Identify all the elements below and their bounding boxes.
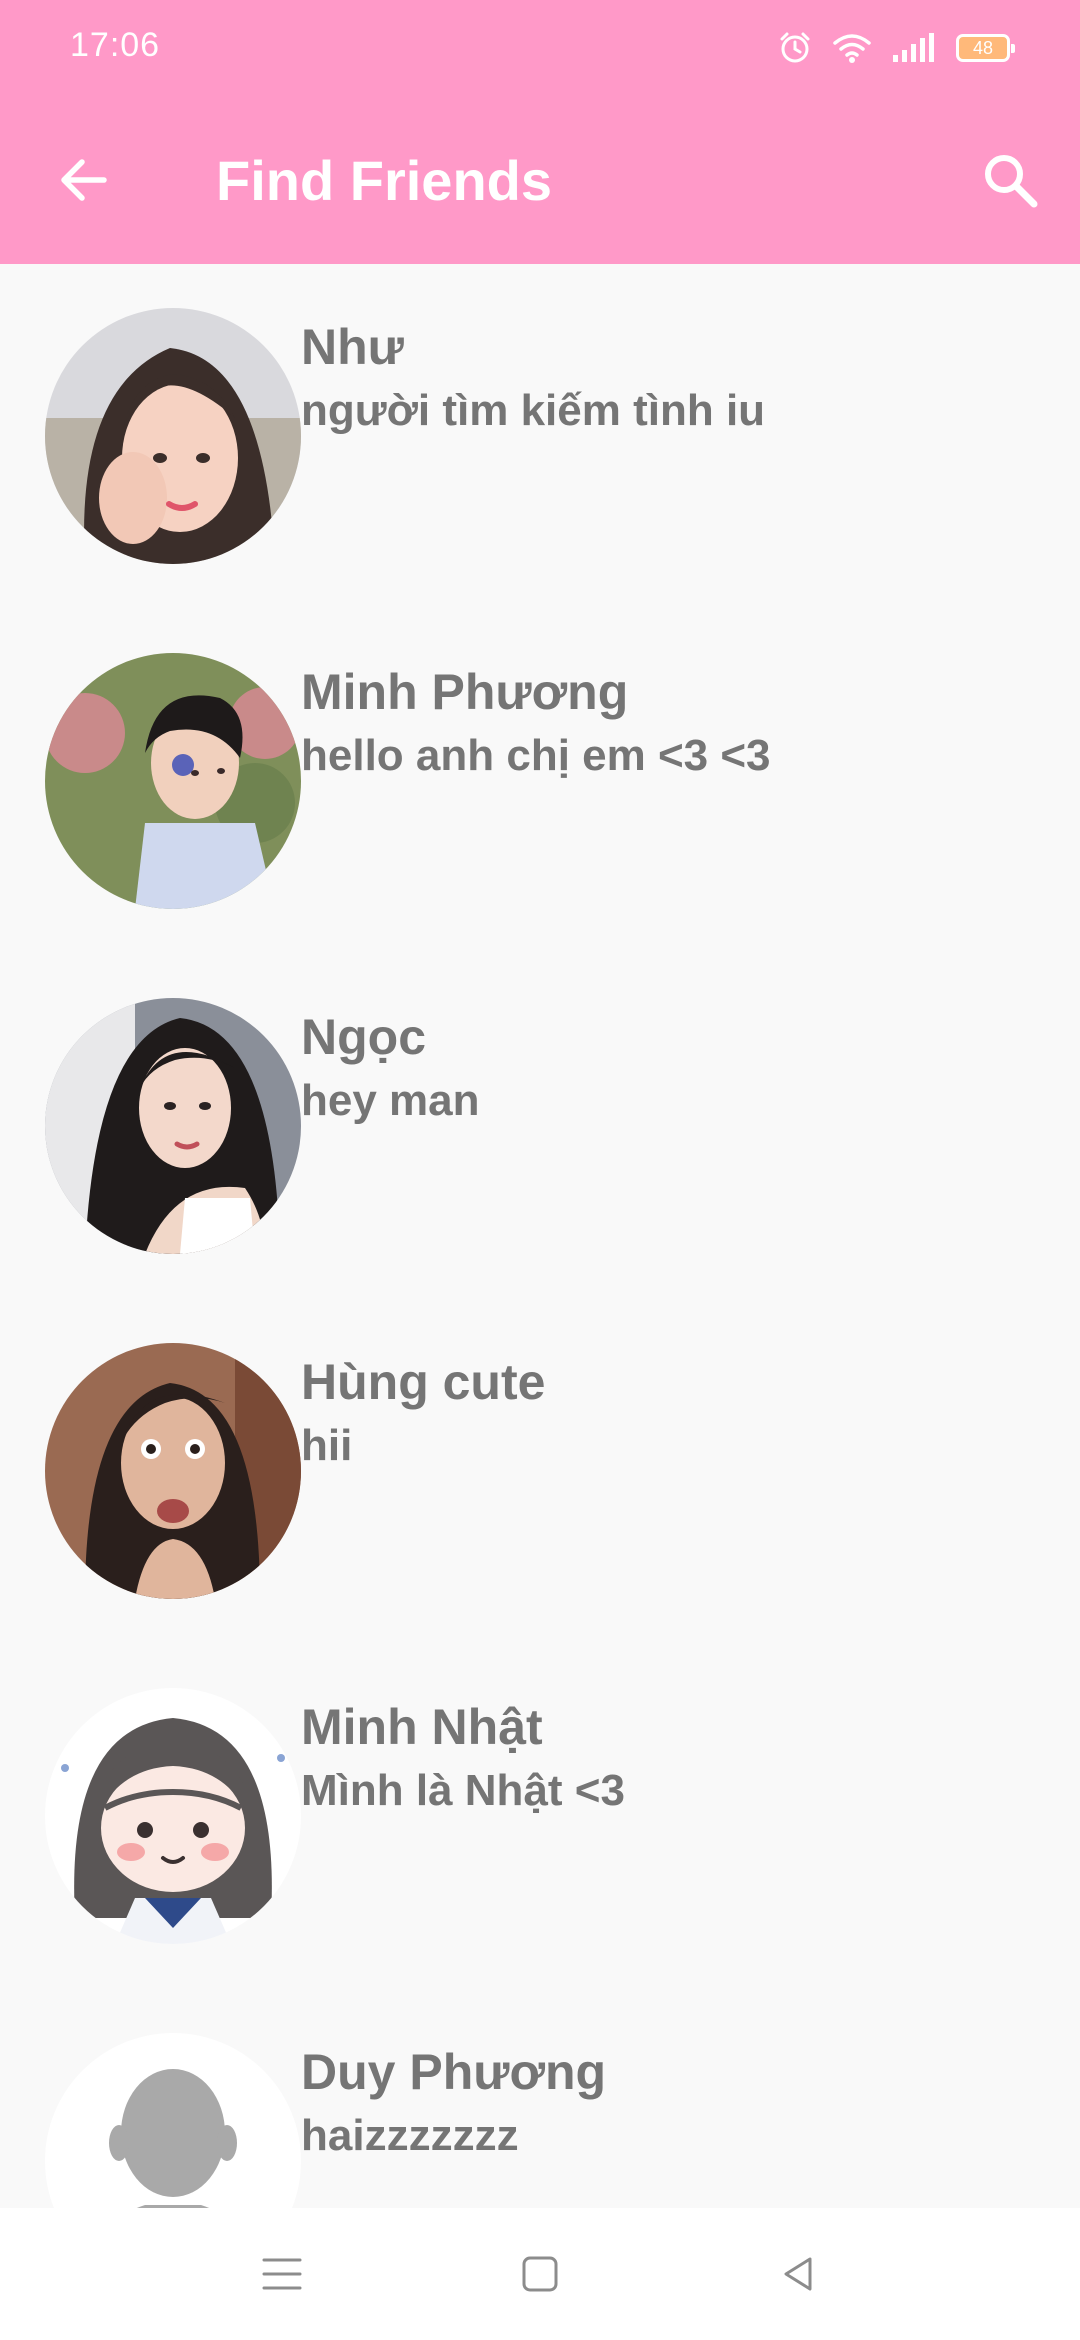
avatar <box>45 1343 301 1599</box>
alarm-icon <box>778 31 812 65</box>
avatar <box>45 1688 301 1944</box>
friend-name: Duy Phương <box>301 2044 607 2100</box>
friend-name: Như <box>301 319 404 375</box>
signal-icon <box>892 33 936 63</box>
home-icon <box>522 2256 558 2292</box>
search-button[interactable] <box>970 140 1050 220</box>
friend-status: hey man <box>301 1076 480 1125</box>
find-friends-screen: 17:06 48 Find Friends Như người tìm kiếm… <box>0 0 1080 2340</box>
status-icons: 48 <box>778 28 1015 68</box>
friend-status: hello anh chị em <3 <3 <box>301 731 771 780</box>
nav-menu-button[interactable] <box>246 2238 318 2310</box>
avatar <box>45 308 301 564</box>
friend-name: Minh Nhật <box>301 1699 543 1755</box>
status-bar: 17:06 48 <box>0 0 1080 96</box>
status-time: 17:06 <box>70 26 161 64</box>
system-nav-bar <box>0 2208 1080 2340</box>
arrow-left-icon <box>61 159 107 201</box>
friend-name: Hùng cute <box>301 1354 546 1410</box>
friends-list: Như người tìm kiếm tình iu Minh Phương h… <box>0 264 1080 2208</box>
friend-item[interactable]: Hùng cute hii <box>0 1299 1080 1644</box>
avatar <box>45 653 301 909</box>
avatar <box>45 2033 301 2208</box>
friend-name: Ngọc <box>301 1009 426 1065</box>
back-icon <box>784 2257 812 2291</box>
friend-item[interactable]: Như người tìm kiếm tình iu <box>0 264 1080 609</box>
nav-back-button[interactable] <box>762 2238 834 2310</box>
friend-status: hii <box>301 1421 353 1470</box>
nav-home-button[interactable] <box>504 2238 576 2310</box>
back-button[interactable] <box>44 140 124 220</box>
app-bar: Find Friends <box>0 96 1080 264</box>
friend-status: Mình là Nhật <3 <box>301 1766 625 1815</box>
friend-name: Minh Phương <box>301 664 629 720</box>
friend-item[interactable]: Ngọc hey man <box>0 954 1080 1299</box>
top-header: 17:06 48 Find Friends <box>0 0 1080 264</box>
page-title: Find Friends <box>216 149 552 212</box>
avatar <box>45 998 301 1254</box>
friend-item[interactable]: Minh Phương hello anh chị em <3 <3 <box>0 609 1080 954</box>
friend-status: người tìm kiếm tình iu <box>301 386 766 435</box>
friend-item[interactable]: Duy Phương haizzzzzzz <box>0 1989 1080 2208</box>
wifi-icon <box>832 32 872 64</box>
battery-icon: 48 <box>956 34 1015 62</box>
search-icon <box>985 155 1038 208</box>
menu-icon <box>262 2258 302 2290</box>
friend-status: haizzzzzzz <box>301 2111 519 2160</box>
friend-item[interactable]: Minh Nhật Mình là Nhật <3 <box>0 1644 1080 1989</box>
